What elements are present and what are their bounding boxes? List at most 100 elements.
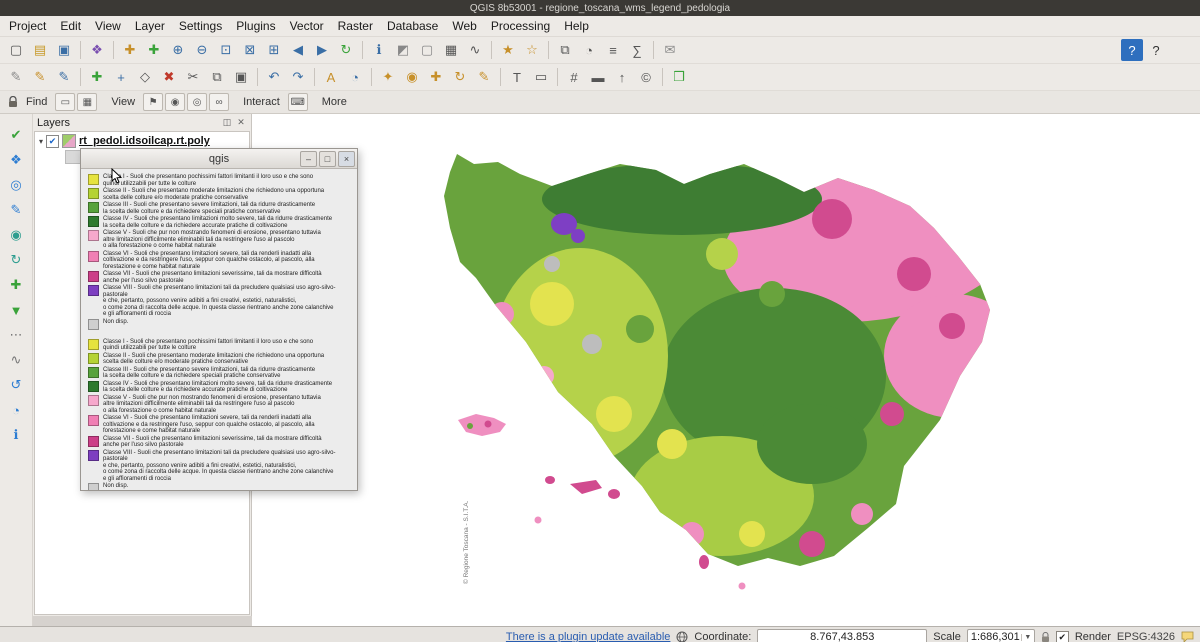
text-annotation-icon[interactable]: T [506, 66, 528, 88]
zoom-next-icon[interactable]: ▶ [311, 39, 333, 61]
temporal-controller-icon[interactable]: ◔ [578, 39, 600, 61]
new-map-view-icon[interactable]: ⧉ [554, 39, 576, 61]
refresh-layers-icon[interactable]: ↻ [4, 249, 28, 271]
delete-selected-icon[interactable]: ✖ [158, 66, 180, 88]
web-map-services-icon[interactable]: ◉ [4, 224, 28, 246]
menu-vector[interactable]: Vector [283, 18, 331, 34]
zoom-last-icon[interactable]: ◀ [287, 39, 309, 61]
menu-web[interactable]: Web [445, 18, 483, 34]
messages-balloon-icon[interactable] [1181, 631, 1194, 642]
layers-panel-header[interactable]: Layers ◫ ✕ [33, 114, 251, 131]
pan-to-selection-icon[interactable]: ✚ [143, 39, 165, 61]
undo-history-icon[interactable]: ↺ [4, 374, 28, 396]
layer-labeling-icon[interactable]: A [320, 66, 342, 88]
more-label[interactable]: More [322, 96, 347, 108]
expand-arrow-icon[interactable]: ▾ [39, 137, 43, 146]
deselect-features-icon[interactable]: ▢ [416, 39, 438, 61]
lock-scale-icon[interactable] [1041, 632, 1050, 642]
add-feature-icon[interactable]: ✚ [86, 66, 108, 88]
zoom-to-selection-icon[interactable]: ⊠ [239, 39, 261, 61]
maximize-button[interactable]: □ [319, 151, 336, 167]
form-annotation-icon[interactable]: ▭ [530, 66, 552, 88]
menu-project[interactable]: Project [2, 18, 53, 34]
copyright-decoration-icon[interactable]: © [635, 66, 657, 88]
show-bookmarks-icon[interactable]: ☆ [521, 39, 543, 61]
close-button[interactable]: × [338, 151, 355, 167]
menu-help[interactable]: Help [557, 18, 596, 34]
open-attribute-table-icon[interactable]: ▦ [440, 39, 462, 61]
new-bookmark-icon[interactable]: ★ [497, 39, 519, 61]
data-source-manager-icon[interactable]: ≡ [602, 39, 624, 61]
open-project-icon[interactable]: ▤ [29, 39, 51, 61]
select-layers-icon[interactable]: ❖ [4, 149, 28, 171]
current-edits-icon[interactable]: ✎ [5, 66, 27, 88]
menu-plugins[interactable]: Plugins [229, 18, 282, 34]
menu-database[interactable]: Database [380, 18, 445, 34]
undo-icon[interactable]: ↶ [263, 66, 285, 88]
zoom-to-feature-icon[interactable]: ◎ [4, 174, 28, 196]
window-titlebar[interactable]: QGIS 8b53001 - regione_toscana_wms_legen… [0, 0, 1200, 16]
copy-features-icon[interactable]: ⧉ [206, 66, 228, 88]
marker-b-icon[interactable]: ◎ [187, 93, 207, 111]
menu-layer[interactable]: Layer [128, 18, 172, 34]
world-help-icon[interactable]: ◔ [4, 399, 28, 421]
vertex-tool-icon[interactable]: ◇ [134, 66, 156, 88]
zoom-out-icon[interactable]: ⊖ [191, 39, 213, 61]
field-calculator-icon[interactable]: ∑ [626, 39, 648, 61]
pin-labels-icon[interactable]: ✦ [377, 66, 399, 88]
refresh-map-icon[interactable]: ↻ [335, 39, 357, 61]
move-label-icon[interactable]: ✚ [425, 66, 447, 88]
vector-tools-icon[interactable]: ▼ [4, 299, 28, 321]
link-chain-icon[interactable]: ∞ [209, 93, 229, 111]
chevron-down-icon[interactable]: ▼ [1021, 634, 1034, 641]
panel-close-icon[interactable]: ✕ [235, 117, 247, 129]
plugin-manager-icon[interactable]: ❒ [668, 66, 690, 88]
globe-icon[interactable] [676, 631, 688, 642]
edit-geometry-icon[interactable]: ✎ [4, 199, 28, 221]
map-canvas[interactable]: © Regione Toscana - S.I.T.A. [252, 114, 1200, 626]
layer-visibility-checkbox[interactable]: ✔ [46, 135, 59, 148]
epsg-badge[interactable]: EPSG:4326 [1117, 631, 1175, 642]
layer-diagrams-icon[interactable]: ◔ [344, 66, 366, 88]
save-project-icon[interactable]: ▣ [53, 39, 75, 61]
style-manager-icon[interactable]: ❖ [86, 39, 108, 61]
highlight-pinned-labels-icon[interactable]: ◉ [401, 66, 423, 88]
new-project-icon[interactable]: ▢ [5, 39, 27, 61]
find-grid-icon[interactable]: ▦ [77, 93, 97, 111]
plugin-update-link[interactable]: There is a plugin update available [506, 631, 671, 642]
keyboard-icon[interactable]: ⌨ [288, 93, 308, 111]
decoration-grid-icon[interactable]: # [563, 66, 585, 88]
marker-a-icon[interactable]: ◉ [165, 93, 185, 111]
zoom-full-icon[interactable]: ⊡ [215, 39, 237, 61]
north-arrow-icon[interactable]: ↑ [611, 66, 633, 88]
minimize-button[interactable]: – [300, 151, 317, 167]
menu-view[interactable]: View [88, 18, 128, 34]
move-feature-icon[interactable]: + [110, 66, 132, 88]
zoom-in-icon[interactable]: ⊕ [167, 39, 189, 61]
layer-row[interactable]: ▾ ✔ rt_pedol.idsoilcap.rt.poly [35, 132, 249, 149]
save-layer-edits-icon[interactable]: ✎ [53, 66, 75, 88]
help-documentation-icon[interactable]: ? [1121, 39, 1143, 61]
whats-this-icon[interactable]: ? [1145, 39, 1167, 61]
menu-raster[interactable]: Raster [331, 18, 380, 34]
paste-features-icon[interactable]: ▣ [230, 66, 252, 88]
panel-float-icon[interactable]: ◫ [221, 117, 233, 129]
select-features-icon[interactable]: ◩ [392, 39, 414, 61]
snap-target-icon[interactable]: ✚ [4, 274, 28, 296]
zoom-to-layer-icon[interactable]: ⊞ [263, 39, 285, 61]
more-tools-icon[interactable]: ⋯ [4, 324, 28, 346]
scale-combo[interactable]: 1:686,301 ▼ [967, 629, 1035, 642]
pan-map-icon[interactable]: ✚ [119, 39, 141, 61]
show-messages-icon[interactable]: ✉ [659, 39, 681, 61]
lock-icon[interactable] [8, 96, 18, 108]
menu-processing[interactable]: Processing [484, 18, 557, 34]
layer-name[interactable]: rt_pedol.idsoilcap.rt.poly [79, 135, 210, 147]
rotate-label-icon[interactable]: ↻ [449, 66, 471, 88]
change-label-icon[interactable]: ✎ [473, 66, 495, 88]
menu-edit[interactable]: Edit [53, 18, 88, 34]
measure-line-icon[interactable]: ∿ [464, 39, 486, 61]
coordinate-input[interactable]: 8.767,43.853 [757, 629, 927, 642]
redo-icon[interactable]: ↷ [287, 66, 309, 88]
find-region-icon[interactable]: ▭ [55, 93, 75, 111]
scale-bar-icon[interactable]: ▬ [587, 66, 609, 88]
